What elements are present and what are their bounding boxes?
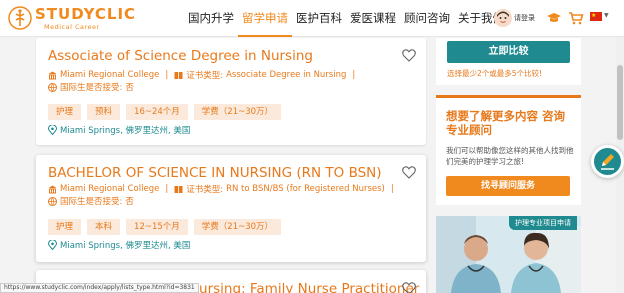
tag-level: 预科: [87, 104, 121, 120]
consult-panel: 想要了解更多内容 咨询专业顾问 我们可以帮助像您这样的其他人找到他们完美的护理学…: [436, 95, 581, 205]
globe-icon: [48, 82, 57, 92]
heart-favorite-icon[interactable]: [402, 282, 416, 293]
meta-separator: |: [165, 184, 169, 194]
intl-student-row: 国际生是否接受: 否: [48, 81, 134, 93]
tag-duration: 12~15个月: [126, 219, 188, 235]
tag-level: 本科: [87, 219, 121, 235]
consult-title: 想要了解更多内容 咨询专业顾问: [446, 109, 566, 137]
tag-duration: 16~24个月: [126, 104, 188, 120]
tag-field: 护理: [48, 219, 82, 235]
school-name[interactable]: Miami Regional College: [60, 184, 159, 194]
cert-type-label: 证书类型:: [186, 185, 224, 195]
location-pin-icon: [48, 240, 57, 250]
nursing-program-promo-banner[interactable]: 护理专业项目申请: [436, 216, 581, 293]
compare-hint: 选择最少2个或最多5个比较!: [447, 69, 543, 78]
floating-edit-button[interactable]: [591, 145, 624, 178]
school-name[interactable]: Miami Regional College: [60, 70, 159, 80]
book-icon: [174, 71, 183, 79]
program-location: Miami Springs, 佛罗里达州, 美国: [48, 239, 190, 251]
brand-name: STUDYCLIC: [35, 5, 137, 23]
nav-item-consulting[interactable]: 顾问咨询: [400, 0, 454, 37]
promo-badge: 护理专业项目申请: [509, 216, 577, 230]
heart-favorite-icon[interactable]: [402, 166, 416, 179]
consult-description: 我们可以帮助像您这样的其他人找到他们完美的护理学习之旅!: [446, 146, 574, 166]
main-nav: 国内升学 留学申请 医护百科 爱医课程 顾问咨询 关于我们: [184, 0, 508, 37]
nav-item-domestic[interactable]: 国内升学: [184, 0, 238, 37]
program-card[interactable]: Associate of Science Degree in Nursing M…: [36, 38, 426, 145]
program-meta-row: Miami Regional College | 证书类型: RN to BSN…: [48, 183, 400, 195]
intl-student-row: 国际生是否接受: 否: [48, 195, 134, 207]
site-header: STUDYCLIC Medical Career 国内升学 留学申请 医护百科 …: [0, 0, 624, 37]
user-avatar[interactable]: [494, 9, 512, 27]
globe-icon: [48, 196, 57, 206]
heart-favorite-icon[interactable]: [402, 49, 416, 62]
cart-icon[interactable]: [568, 10, 584, 26]
intl-student-value: 否: [125, 197, 134, 207]
brand-subtitle: Medical Career: [44, 23, 100, 31]
program-title[interactable]: BACHELOR OF SCIENCE IN NURSING (RN TO BS…: [48, 165, 382, 181]
tag-tuition: 学费（21~30万）: [193, 104, 282, 120]
meta-separator: |: [352, 70, 356, 80]
cert-type-label: 证书类型:: [186, 71, 224, 81]
nav-item-medical-wiki[interactable]: 医护百科: [292, 0, 346, 37]
nav-item-courses[interactable]: 爱医课程: [346, 0, 400, 37]
location-pin-icon: [48, 125, 57, 135]
chevron-down-icon[interactable]: ▼: [604, 12, 609, 19]
program-title[interactable]: Associate of Science Degree in Nursing: [48, 48, 313, 64]
studyclic-logo[interactable]: STUDYCLIC Medical Career: [8, 3, 135, 33]
location-text: Miami Springs, 佛罗里达州, 美国: [60, 126, 191, 136]
program-location: Miami Springs, 佛罗里达州, 美国: [48, 124, 190, 136]
book-icon: [174, 185, 183, 193]
meta-separator: |: [165, 70, 169, 80]
intl-student-label: 国际生是否接受:: [60, 197, 123, 207]
program-tags: 护理 本科 12~15个月 学费（21~30万）: [48, 219, 287, 235]
meta-separator: |: [390, 184, 394, 194]
tag-tuition: 学费（21~30万）: [193, 219, 282, 235]
graduation-cap-icon[interactable]: [546, 10, 562, 26]
cert-type-value: RN to BSN/BS (for Registered Nurses): [226, 184, 385, 194]
location-text: Miami Springs, 佛罗里达州, 美国: [60, 241, 191, 251]
tag-field: 护理: [48, 104, 82, 120]
compare-panel: 立即比较 选择最少2个或最多5个比较!: [436, 38, 581, 85]
browser-status-url: https://www.studyclic.com/index/apply/li…: [0, 283, 199, 293]
intl-student-value: 否: [125, 83, 134, 93]
program-tags: 护理 预科 16~24个月 学费（21~30万）: [48, 104, 287, 120]
login-link[interactable]: 请登录: [514, 13, 535, 23]
school-building-icon: [48, 71, 57, 79]
school-building-icon: [48, 185, 57, 193]
program-card[interactable]: BACHELOR OF SCIENCE IN NURSING (RN TO BS…: [36, 155, 426, 262]
cert-type-value: Associate Degree in Nursing: [226, 70, 347, 80]
nav-item-study-abroad[interactable]: 留学申请: [238, 0, 292, 37]
china-flag-icon[interactable]: ★: [590, 12, 602, 21]
pencil-icon: [601, 154, 614, 170]
intl-student-label: 国际生是否接受:: [60, 83, 123, 93]
caduceus-logo-icon: [8, 6, 32, 30]
user-face-icon: [494, 9, 512, 27]
scrollbar-thumb[interactable]: [617, 65, 623, 140]
compare-now-button[interactable]: 立即比较: [447, 41, 570, 63]
program-meta-row: Miami Regional College | 证书类型: Associate…: [48, 69, 361, 81]
find-advisor-button[interactable]: 找寻顾问服务: [446, 176, 570, 196]
